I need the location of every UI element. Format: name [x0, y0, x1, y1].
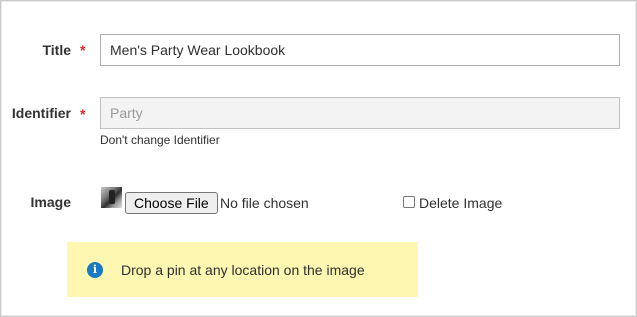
- identifier-required-mark: *: [80, 106, 86, 122]
- no-file-text: No file chosen: [220, 195, 309, 211]
- delete-image-label[interactable]: Delete Image: [419, 195, 502, 211]
- choose-file-button[interactable]: Choose File: [125, 192, 218, 214]
- title-required-mark: *: [80, 42, 86, 58]
- form-panel: Title * Men's Party Wear Lookbook Identi…: [0, 0, 637, 317]
- info-notice: i Drop a pin at any location on the imag…: [67, 242, 418, 297]
- delete-image-checkbox[interactable]: [403, 196, 415, 208]
- info-icon: i: [87, 262, 103, 278]
- identifier-note: Don't change Identifier: [100, 133, 220, 147]
- title-input[interactable]: Men's Party Wear Lookbook: [100, 34, 620, 66]
- notice-text: Drop a pin at any location on the image: [121, 262, 365, 278]
- image-thumbnail: [101, 187, 122, 208]
- identifier-input: Party: [100, 97, 620, 129]
- image-label: Image: [30, 194, 71, 210]
- identifier-label: Identifier: [11, 105, 71, 121]
- title-label: Title: [42, 42, 71, 58]
